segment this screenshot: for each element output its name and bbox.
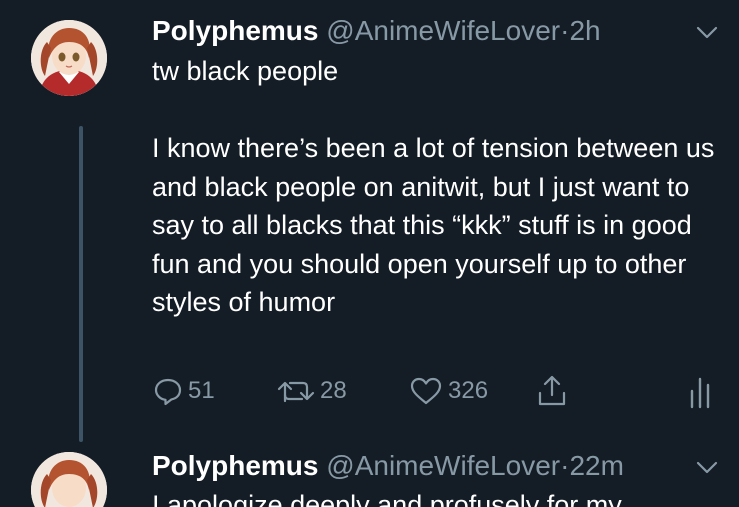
tweet-actions: 51 28 326 xyxy=(0,371,739,411)
tweet-header: Polyphemus @AnimeWifeLover·2h xyxy=(152,15,601,47)
heart-icon xyxy=(408,375,444,407)
share-icon xyxy=(534,373,570,409)
reply-icon xyxy=(152,375,184,407)
tweet-text: tw black people I know there’s been a lo… xyxy=(152,56,715,317)
handle[interactable]: @AnimeWifeLover xyxy=(326,15,560,46)
avatar[interactable] xyxy=(31,20,107,96)
tweet-text: I apologize deeply and profusely for my xyxy=(152,490,622,507)
tweet-header: Polyphemus @AnimeWifeLover·22m xyxy=(152,450,624,482)
reply-button[interactable]: 51 xyxy=(152,371,215,411)
retweet-icon xyxy=(276,375,316,407)
tweet[interactable]: Polyphemus @AnimeWifeLover·22m I apologi… xyxy=(0,440,739,507)
like-count: 326 xyxy=(448,377,489,404)
chevron-down-icon[interactable] xyxy=(694,19,720,45)
analytics-icon xyxy=(686,373,714,409)
avatar-image xyxy=(31,452,107,507)
analytics-button[interactable] xyxy=(686,371,714,411)
reply-count: 51 xyxy=(188,377,215,404)
display-name[interactable]: Polyphemus xyxy=(152,450,318,481)
timestamp[interactable]: 22m xyxy=(569,450,623,481)
chevron-down-icon[interactable] xyxy=(694,454,720,480)
handle[interactable]: @AnimeWifeLover xyxy=(326,450,560,481)
share-button[interactable] xyxy=(534,371,570,411)
retweet-count: 28 xyxy=(320,377,347,404)
avatar-image xyxy=(31,20,107,96)
retweet-button[interactable]: 28 xyxy=(276,371,347,411)
tweet[interactable]: Polyphemus @AnimeWifeLover·2h tw black p… xyxy=(0,0,739,442)
display-name[interactable]: Polyphemus xyxy=(152,15,318,46)
timestamp[interactable]: 2h xyxy=(569,15,600,46)
like-button[interactable]: 326 xyxy=(408,371,488,411)
avatar[interactable] xyxy=(31,452,107,507)
